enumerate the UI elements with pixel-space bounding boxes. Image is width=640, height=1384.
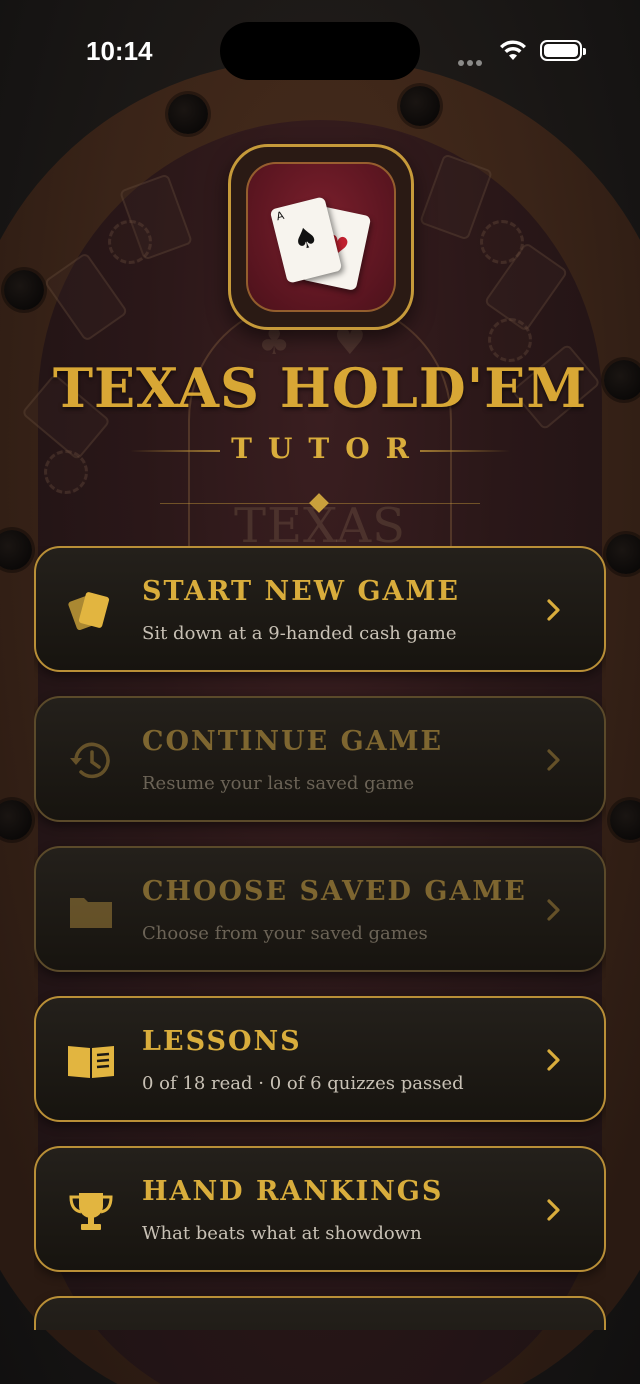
start-new-game-button[interactable]: START NEW GAME Sit down at a 9-handed ca… — [34, 546, 606, 672]
chevron-right-icon — [547, 1199, 560, 1221]
menu-item-subtitle: Resume your last saved game — [142, 773, 415, 794]
dynamic-island — [220, 22, 420, 80]
chevron-right-icon — [547, 1049, 560, 1071]
subtitle-row: TUTOR — [0, 432, 640, 472]
menu-item-subtitle: 0 of 18 read · 0 of 6 quizzes passed — [142, 1073, 464, 1094]
trophy-icon — [69, 1193, 113, 1230]
card-rank: A — [274, 208, 286, 224]
rail-hole — [168, 94, 208, 134]
lessons-button[interactable]: LESSONS 0 of 18 read · 0 of 6 quizzes pa… — [34, 996, 606, 1122]
chevron-right-icon — [547, 599, 560, 621]
rail-hole — [4, 270, 44, 310]
main-menu: START NEW GAME Sit down at a 9-handed ca… — [34, 546, 606, 1330]
choose-saved-game-button[interactable]: CHOOSE SAVED GAME Choose from your saved… — [34, 846, 606, 972]
app-title: TEXAS HOLD'EM — [52, 356, 588, 420]
app-subtitle: TUTOR — [231, 432, 425, 465]
chevron-right-icon — [547, 899, 560, 921]
history-icon — [70, 742, 110, 779]
menu-item-title: START NEW GAME — [142, 576, 460, 607]
menu-item-partial[interactable] — [34, 1296, 606, 1330]
menu-item-title: CONTINUE GAME — [142, 726, 444, 757]
chevron-right-icon — [547, 749, 560, 771]
ghost-chip — [480, 220, 524, 264]
battery-icon — [540, 40, 586, 61]
app-logo-face: A ♥ A ♠ — [246, 162, 396, 312]
status-time: 10:14 — [86, 36, 153, 66]
menu-item-subtitle: Sit down at a 9-handed cash game — [142, 623, 457, 644]
card-suit: ♠ — [289, 219, 322, 258]
menu-item-subtitle: What beats what at showdown — [142, 1223, 422, 1244]
menu-item-title: CHOOSE SAVED GAME — [142, 876, 527, 907]
status-bar: 10:14 — [0, 0, 640, 100]
app-logo: A ♥ A ♠ — [228, 144, 414, 330]
menu-item-title: HAND RANKINGS — [142, 1176, 444, 1207]
ghost-chip — [108, 220, 152, 264]
cards-icon — [68, 592, 110, 631]
subtitle-rule-right — [420, 450, 510, 452]
book-icon — [68, 1046, 114, 1078]
hand-rankings-button[interactable]: HAND RANKINGS What beats what at showdow… — [34, 1146, 606, 1272]
wifi-icon — [500, 40, 526, 60]
folder-icon — [70, 898, 112, 928]
menu-item-subtitle: Choose from your saved games — [142, 923, 428, 944]
signal-dots-icon — [458, 51, 492, 66]
continue-game-button[interactable]: CONTINUE GAME Resume your last saved gam… — [34, 696, 606, 822]
menu-item-title: LESSONS — [142, 1026, 302, 1057]
